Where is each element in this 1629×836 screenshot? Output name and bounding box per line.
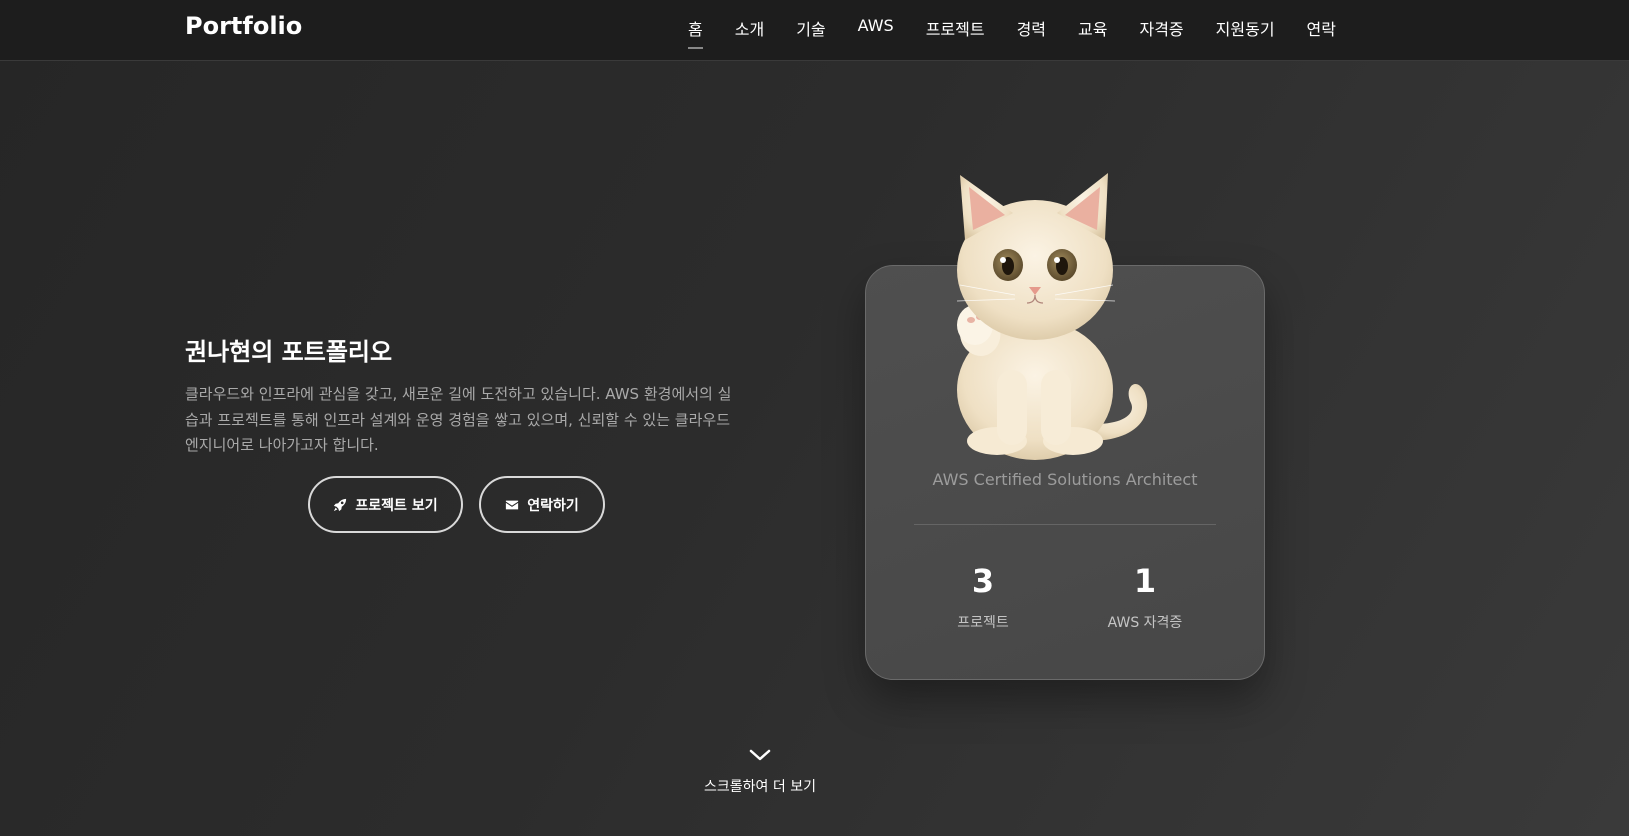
nav-links: 홈 소개 기술 AWS 프로젝트 경력 교육 자격증 지원동기 연락 — [688, 16, 1336, 49]
rocket-icon — [334, 498, 347, 511]
view-projects-label: 프로젝트 보기 — [355, 497, 438, 514]
contact-label: 연락하기 — [527, 497, 579, 514]
nav-item-projects[interactable]: 프로젝트 — [926, 16, 985, 46]
nav-item-career[interactable]: 경력 — [1017, 16, 1046, 46]
stat-aws-cert-value: 1 — [1133, 562, 1157, 600]
chevron-down-icon — [749, 749, 771, 761]
view-projects-button[interactable]: 프로젝트 보기 — [308, 476, 463, 533]
scroll-hint[interactable]: 스크롤하여 더 보기 — [660, 748, 860, 796]
envelope-icon — [506, 500, 519, 509]
card-divider — [914, 524, 1216, 525]
nav-item-education[interactable]: 교육 — [1078, 16, 1107, 46]
nav-item-home[interactable]: 홈 — [688, 16, 703, 49]
card-subtitle: AWS Certified Solutions Architect — [932, 470, 1198, 489]
nav-item-skills[interactable]: 기술 — [796, 16, 825, 46]
stat-projects-label: 프로젝트 — [957, 615, 1009, 631]
navbar: Portfolio 홈 소개 기술 AWS 프로젝트 경력 교육 자격증 지원동… — [0, 0, 1629, 61]
site-logo[interactable]: Portfolio — [185, 12, 302, 40]
nav-item-certifications[interactable]: 자격증 — [1139, 16, 1183, 46]
nav-item-contact[interactable]: 연락 — [1307, 16, 1336, 46]
nav-item-about[interactable]: 소개 — [735, 16, 764, 46]
hero-description: 클라우드와 인프라에 관심을 갖고, 새로운 길에 도전하고 있습니다. AWS… — [185, 385, 732, 454]
kitten-illustration — [956, 173, 1148, 460]
contact-button[interactable]: 연락하기 — [479, 476, 605, 533]
scroll-label: 스크롤하여 더 보기 — [704, 779, 816, 795]
stat-projects-value: 3 — [971, 562, 995, 600]
hero-title: 권나현의 포트폴리오 — [185, 338, 393, 366]
stat-aws-cert-label: AWS 자격증 — [1107, 615, 1183, 631]
nav-item-motivation[interactable]: 지원동기 — [1216, 16, 1275, 46]
nav-item-aws[interactable]: AWS — [858, 16, 894, 46]
